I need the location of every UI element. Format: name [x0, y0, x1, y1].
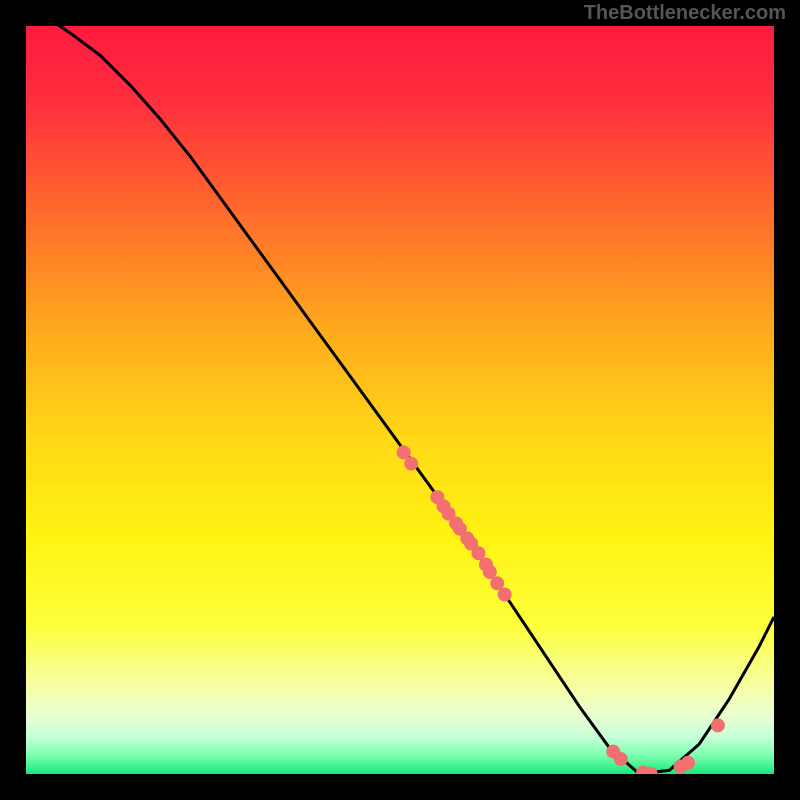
data-point — [711, 718, 725, 732]
plot-area — [26, 26, 774, 774]
data-point — [498, 588, 512, 602]
chart-svg — [26, 26, 774, 774]
watermark-text: TheBottlenecker.com — [584, 2, 786, 25]
bottleneck-curve — [26, 26, 774, 774]
data-point — [681, 756, 695, 770]
data-points — [397, 445, 725, 774]
data-point — [404, 457, 418, 471]
data-point — [614, 752, 628, 766]
